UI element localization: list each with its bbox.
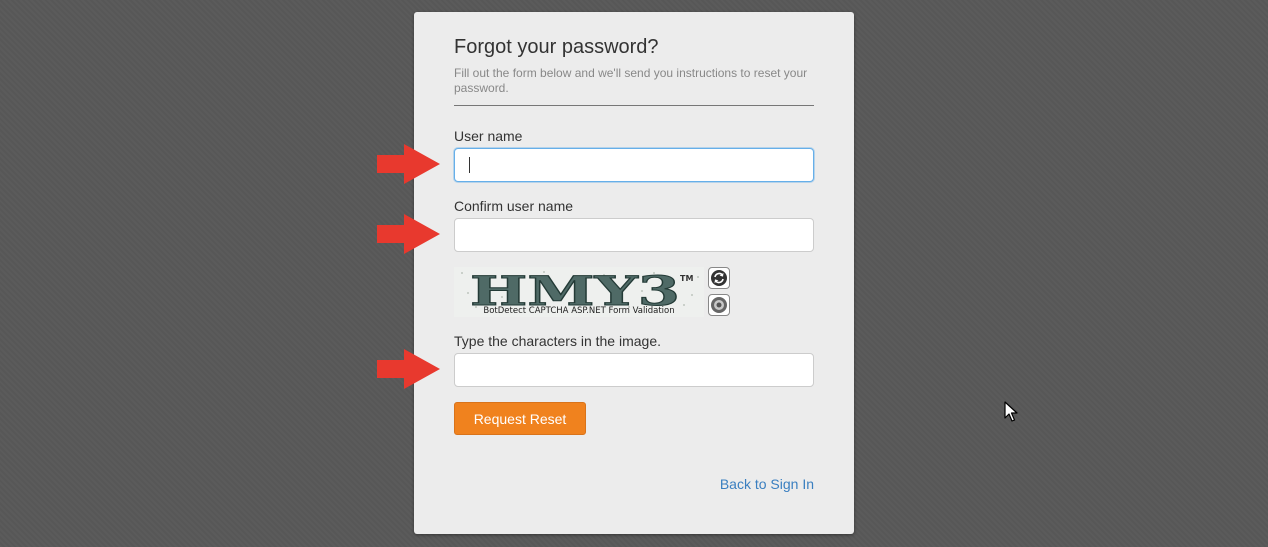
confirm-username-label: Confirm user name [454,198,574,214]
page-title: Forgot your password? [454,36,659,58]
captcha-caption: BotDetect CAPTCHA ASP.NET Form Validatio… [483,306,675,316]
divider [454,105,814,106]
captcha-label: Type the characters in the image. [454,333,661,349]
forgot-password-card: Forgot your password? Fill out the form … [414,12,854,534]
text-caret [469,157,470,173]
captcha-input[interactable] [454,353,814,387]
captcha-image: HMY3 TM BotDetect CAPTCHA ASP.NET Form V… [454,267,704,317]
right-arrow-icon [377,214,440,254]
username-field[interactable] [454,148,814,182]
captcha-trademark: TM [680,274,693,283]
back-to-sign-in-link[interactable]: Back to Sign In [720,476,814,492]
right-arrow-icon [377,144,440,184]
request-reset-button[interactable]: Request Reset [454,402,586,435]
captcha-reload-button[interactable] [708,267,730,289]
right-arrow-icon [377,349,440,389]
mouse-pointer-icon [1004,401,1018,422]
reload-icon [711,270,727,286]
username-label: User name [454,128,523,144]
page-subtitle: Fill out the form below and we'll send y… [454,66,808,95]
captcha-sound-button[interactable] [708,294,730,316]
speaker-icon [711,297,727,313]
confirm-username-field[interactable] [454,218,814,252]
